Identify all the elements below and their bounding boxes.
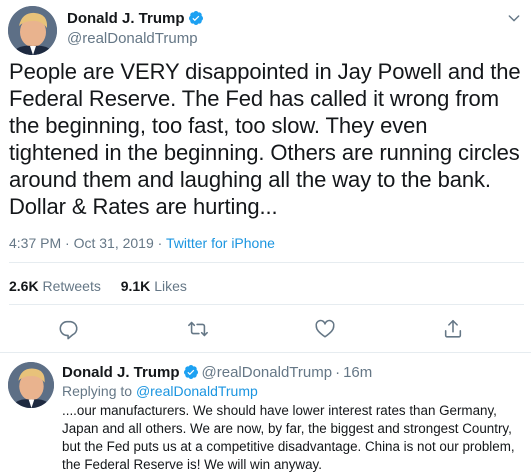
- avatar[interactable]: [8, 6, 57, 55]
- tweet-text: People are VERY disappointed in Jay Powe…: [9, 59, 521, 219]
- verified-badge-icon: [183, 364, 199, 384]
- retweets-stat[interactable]: 2.6K Retweets: [9, 278, 101, 294]
- meta-separator: ·: [335, 364, 341, 381]
- verified-badge-icon: [188, 10, 204, 30]
- tweet-time[interactable]: 4:37 PM: [9, 235, 61, 251]
- retweet-icon[interactable]: [187, 318, 209, 340]
- likes-count: 9.1K: [120, 278, 151, 294]
- meta-separator: ·: [153, 235, 166, 251]
- author-name-text: Donald J. Trump: [67, 10, 185, 27]
- avatar-image: [8, 362, 54, 408]
- tweet-source-link[interactable]: Twitter for iPhone: [166, 235, 275, 251]
- replying-to: Replying to @realDonaldTrump: [62, 383, 258, 399]
- heart-icon[interactable]: [314, 318, 336, 340]
- replying-to-link[interactable]: @realDonaldTrump: [136, 383, 258, 399]
- divider: [9, 304, 524, 305]
- likes-stat[interactable]: 9.1K Likes: [121, 278, 187, 294]
- avatar-image: [8, 6, 57, 55]
- reply-text: ....our manufacturers. We should have lo…: [62, 403, 515, 472]
- likes-label: Likes: [154, 278, 187, 294]
- author-handle[interactable]: @realDonaldTrump: [67, 30, 198, 47]
- reply-age[interactable]: 16m: [343, 364, 372, 381]
- divider: [0, 352, 531, 353]
- chevron-down-icon[interactable]: [506, 10, 522, 26]
- retweets-label: Retweets: [42, 278, 101, 294]
- comment-icon[interactable]: [58, 318, 80, 340]
- avatar[interactable]: [8, 362, 54, 408]
- reply-header: Donald J. Trump @realDonaldTrump · 16m: [62, 364, 372, 384]
- tweet-stats: 2.6K Retweets 9.1K Likes: [9, 278, 203, 294]
- replying-label: Replying to: [62, 383, 133, 399]
- retweets-count: 2.6K: [9, 278, 39, 294]
- tweet-date[interactable]: Oct 31, 2019: [74, 235, 154, 251]
- divider: [9, 262, 524, 263]
- tweet-timestamp: 4:37 PM · Oct 31, 2019 · Twitter for iPh…: [9, 235, 275, 251]
- share-icon[interactable]: [442, 318, 464, 340]
- meta-separator: ·: [61, 235, 74, 251]
- reply-author-handle[interactable]: @realDonaldTrump: [202, 364, 333, 381]
- author-name[interactable]: Donald J. Trump: [67, 10, 204, 30]
- reply-author-name[interactable]: Donald J. Trump: [62, 364, 180, 381]
